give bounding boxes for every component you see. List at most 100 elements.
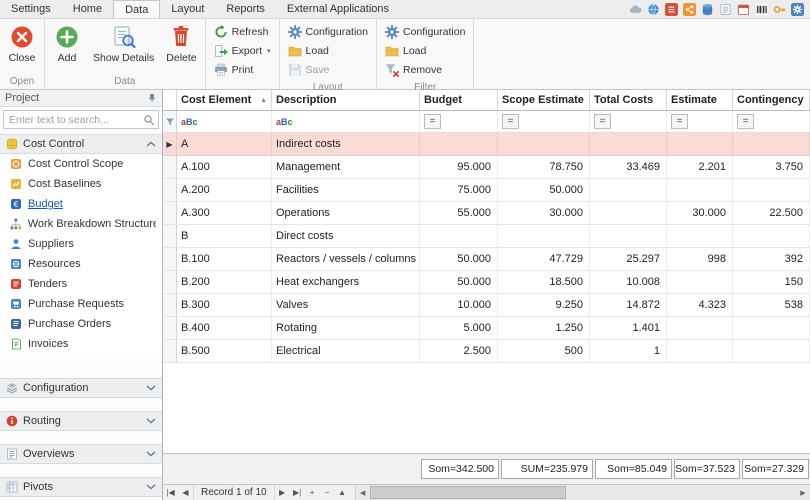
grid-row-b-300[interactable]: B.300Valves10.0009.25014.8724.323538 <box>163 294 810 317</box>
applications-icon[interactable] <box>665 3 678 16</box>
grid-row-a-200[interactable]: A.200Facilities75.00050.000 <box>163 179 810 202</box>
sidebar-item-tenders[interactable]: Tenders <box>0 274 162 294</box>
description-cell[interactable]: Direct costs <box>272 225 420 247</box>
total-costs-cell[interactable] <box>590 133 667 155</box>
total-costs-cell[interactable] <box>590 225 667 247</box>
notes-icon[interactable] <box>719 3 732 16</box>
estimate-cell[interactable] <box>667 317 733 339</box>
menu-tab-external-applications[interactable]: External Applications <box>276 0 400 18</box>
first-record-button[interactable]: |◀ <box>163 486 178 500</box>
estimate-cell[interactable]: 2.201 <box>667 156 733 178</box>
grid-row-b-200[interactable]: B.200Heat exchangers50.00018.50010.00815… <box>163 271 810 294</box>
cost-element-cell[interactable]: A <box>177 133 272 155</box>
estimate-cell[interactable] <box>667 179 733 201</box>
column-header-total-costs[interactable]: Total Costs <box>590 90 667 110</box>
scope-estimate-cell[interactable]: 50.000 <box>498 179 590 201</box>
load-button[interactable]: Load <box>379 41 471 60</box>
estimate-cell[interactable]: 998 <box>667 248 733 270</box>
sidebar-item-purchase-orders[interactable]: Purchase Orders <box>0 314 162 334</box>
scope-estimate-cell[interactable] <box>498 225 590 247</box>
search-icon[interactable] <box>143 114 155 126</box>
contingency-cell[interactable] <box>733 133 810 155</box>
budget-cell[interactable]: 10.000 <box>420 294 498 316</box>
remove-button[interactable]: Remove <box>379 60 471 79</box>
show-details-button[interactable]: Show Details <box>87 21 160 65</box>
export-button[interactable]: Export▾ <box>208 41 277 60</box>
description-cell[interactable]: Indirect costs <box>272 133 420 155</box>
nav-group-pivots[interactable]: Pivots <box>0 477 162 497</box>
scope-estimate-cell[interactable]: 47.729 <box>498 248 590 270</box>
settings-icon[interactable] <box>791 3 804 16</box>
filter-cell-scope-estimate[interactable]: = <box>498 111 590 132</box>
column-header-contingency[interactable]: Contingency <box>733 90 810 110</box>
description-cell[interactable]: Operations <box>272 202 420 224</box>
description-cell[interactable]: Valves <box>272 294 420 316</box>
column-header-scope-estimate[interactable]: Scope Estimate <box>498 90 590 110</box>
budget-cell[interactable]: 50.000 <box>420 248 498 270</box>
scope-estimate-cell[interactable]: 9.250 <box>498 294 590 316</box>
equals-filter-button[interactable]: = <box>502 114 519 129</box>
next-record-button[interactable]: ▶ <box>275 486 290 500</box>
add-button[interactable]: Add <box>47 21 87 65</box>
estimate-cell[interactable] <box>667 133 733 155</box>
configuration-button[interactable]: Configuration <box>379 22 471 41</box>
total-costs-cell[interactable]: 1.401 <box>590 317 667 339</box>
filter-cell-total-costs[interactable]: = <box>590 111 667 132</box>
equals-filter-button[interactable]: = <box>424 114 441 129</box>
contingency-cell[interactable] <box>733 225 810 247</box>
scope-estimate-cell[interactable]: 18.500 <box>498 271 590 293</box>
append-record-button[interactable]: + <box>305 486 320 500</box>
last-record-button[interactable]: ▶| <box>290 486 305 500</box>
grid-row-a-300[interactable]: A.300Operations55.00030.00030.00022.500 <box>163 202 810 225</box>
grid-row-b-400[interactable]: B.400Rotating5.0001.2501.401 <box>163 317 810 340</box>
contingency-cell[interactable] <box>733 340 810 362</box>
equals-filter-button[interactable]: = <box>737 114 754 129</box>
delete-button[interactable]: Delete <box>160 21 202 65</box>
contingency-cell[interactable]: 3.750 <box>733 156 810 178</box>
nav-group-configuration[interactable]: Configuration <box>0 378 162 398</box>
budget-cell[interactable] <box>420 133 498 155</box>
key-icon[interactable] <box>773 3 786 16</box>
share-icon[interactable] <box>683 3 696 16</box>
filter-cell-description[interactable]: aBc <box>272 111 420 132</box>
total-costs-cell[interactable]: 10.008 <box>590 271 667 293</box>
budget-cell[interactable]: 5.000 <box>420 317 498 339</box>
nav-group-routing[interactable]: Routing <box>0 411 162 431</box>
contingency-cell[interactable]: 150 <box>733 271 810 293</box>
nav-group-cost-control[interactable]: Cost Control <box>0 134 162 154</box>
grid-row-b-100[interactable]: B.100Reactors / vessels / columns50.0004… <box>163 248 810 271</box>
sidebar-item-resources[interactable]: Resources <box>0 254 162 274</box>
scope-estimate-cell[interactable]: 78.750 <box>498 156 590 178</box>
description-cell[interactable]: Rotating <box>272 317 420 339</box>
scrollbar-thumb[interactable] <box>370 486 566 499</box>
budget-cell[interactable]: 50.000 <box>420 271 498 293</box>
contingency-cell[interactable]: 392 <box>733 248 810 270</box>
edit-record-button[interactable]: ▲ <box>335 486 350 500</box>
estimate-cell[interactable]: 4.323 <box>667 294 733 316</box>
filter-cell-contingency[interactable]: = <box>733 111 810 132</box>
filter-cell-cost-element[interactable]: aBc <box>177 111 272 132</box>
cost-element-cell[interactable]: B.100 <box>177 248 272 270</box>
contingency-cell[interactable] <box>733 179 810 201</box>
menu-tab-home[interactable]: Home <box>62 0 113 18</box>
budget-cell[interactable]: 95.000 <box>420 156 498 178</box>
pin-icon[interactable] <box>147 93 157 103</box>
menu-tab-settings[interactable]: Settings <box>0 0 62 18</box>
estimate-cell[interactable] <box>667 340 733 362</box>
filter-cell-estimate[interactable]: = <box>667 111 733 132</box>
description-cell[interactable]: Facilities <box>272 179 420 201</box>
total-costs-cell[interactable]: 1 <box>590 340 667 362</box>
grid-row-b[interactable]: BDirect costs <box>163 225 810 248</box>
cost-element-cell[interactable]: A.200 <box>177 179 272 201</box>
contingency-cell[interactable] <box>733 317 810 339</box>
search-input[interactable] <box>7 114 143 126</box>
estimate-cell[interactable] <box>667 225 733 247</box>
column-header-cost-element[interactable]: Cost Element▲ <box>177 90 272 110</box>
sidebar-item-purchase-requests[interactable]: Purchase Requests <box>0 294 162 314</box>
column-header-description[interactable]: Description <box>272 90 420 110</box>
contingency-cell[interactable]: 538 <box>733 294 810 316</box>
refresh-button[interactable]: Refresh <box>208 22 277 41</box>
sidebar-item-cost-control-scope[interactable]: Cost Control Scope <box>0 154 162 174</box>
sidebar-item-invoices[interactable]: Invoices <box>0 334 162 354</box>
scroll-right-button[interactable]: ▶ <box>796 485 810 500</box>
